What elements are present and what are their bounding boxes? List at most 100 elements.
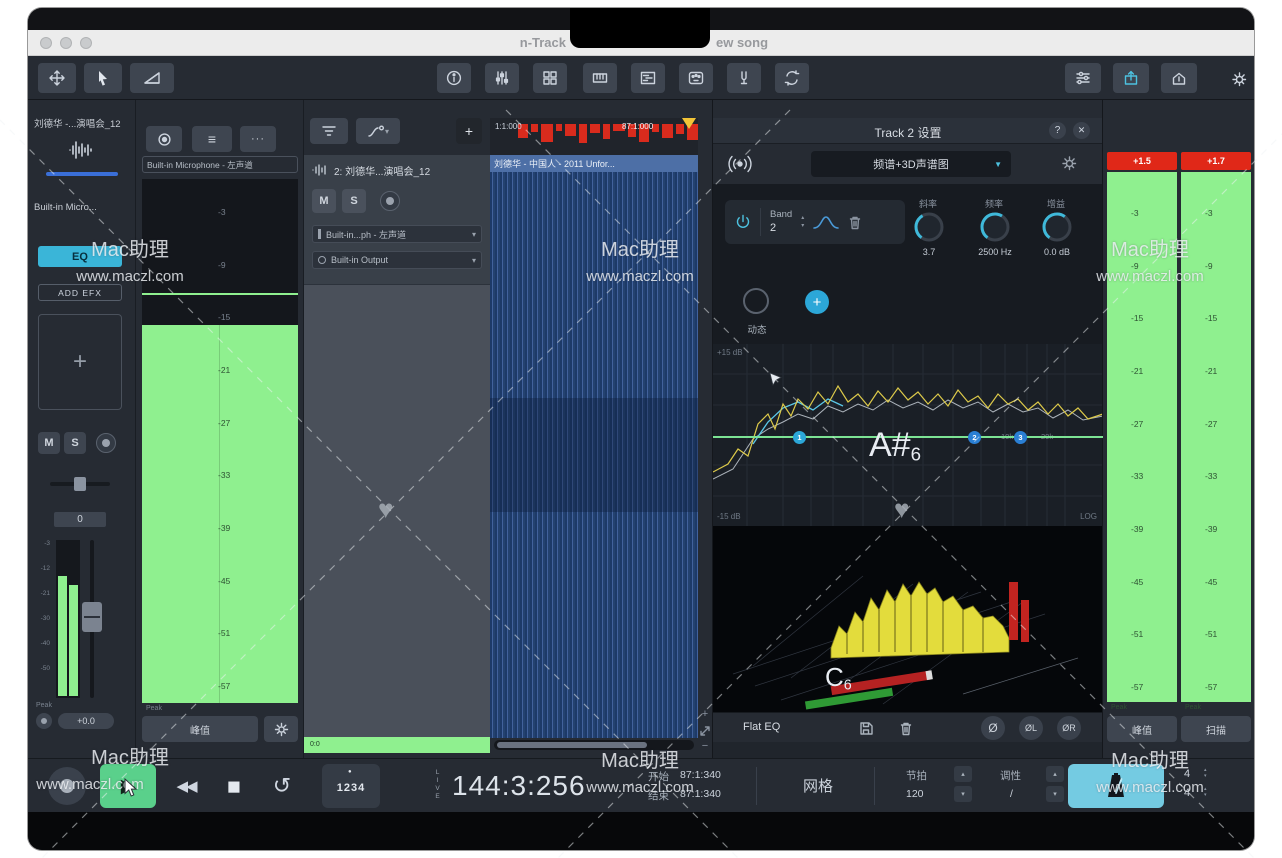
band-power-button[interactable] [735,214,751,230]
key-value[interactable]: / [1010,788,1013,800]
zoom-out-button[interactable]: − [699,740,711,752]
tempo-up-button[interactable]: ▴ [954,766,972,782]
save-preset-button[interactable] [859,721,874,736]
add-band-button[interactable]: + [805,290,829,314]
gain-knob[interactable] [1041,211,1073,243]
track-input-dropdown[interactable]: Built-in...ph - 左声道 ▾ [312,225,482,243]
scan-mode-button[interactable]: 扫描 [1181,716,1251,742]
volume-fader-thumb[interactable] [82,602,102,632]
record-arm-button[interactable] [96,433,116,453]
input-device-dropdown[interactable]: Built-in Microphone - 左声道 [142,156,298,173]
band-selector[interactable]: Band 2 [770,209,792,236]
band-up-arrow[interactable]: ▴ [801,214,804,222]
phase-invert-button[interactable]: Ø [981,716,1005,740]
mixer-view-button[interactable] [485,63,519,93]
tempo-value[interactable]: 120 [906,788,924,800]
sig-numerator-stepper[interactable]: ▴▾ [1204,767,1207,779]
gain-value[interactable]: +0.0 [58,713,114,729]
fade-tool-button[interactable] [130,63,174,93]
start-value[interactable]: 87:1:340 [680,769,721,781]
sig-denominator-stepper[interactable]: ▴▾ [1204,786,1207,798]
record-button-small[interactable] [146,126,182,152]
minimize-window-button[interactable] [60,37,72,49]
timeline-ruler[interactable]: 1:1:000 87:1:000 [490,118,700,155]
keyboard-view-button[interactable] [583,63,617,93]
menu-button[interactable]: ≡ [192,126,232,152]
phase-right-button[interactable]: ØR [1057,716,1081,740]
metronome-button[interactable] [1068,764,1164,808]
sig-denominator[interactable]: 4 [1184,787,1190,799]
slope-knob[interactable] [913,211,945,243]
pan-slider[interactable] [50,482,110,486]
tuner-button[interactable] [727,63,761,93]
export-button[interactable] [1161,63,1197,93]
mini-clip-strip[interactable]: 0:0 [304,737,490,753]
eq-band-handle-1[interactable]: 1 [793,431,806,444]
preset-name[interactable]: Flat EQ [743,721,780,733]
scrollbar-thumb[interactable] [497,742,647,748]
midi-device-button[interactable] [679,63,713,93]
solo-button[interactable]: S [64,432,86,454]
add-plugin-dropzone[interactable]: + [38,314,122,410]
peak-mode-button[interactable]: 峰值 [142,716,258,742]
expand-view-button[interactable] [700,726,710,736]
key-down-button[interactable]: ▾ [1046,786,1064,802]
live-mode-button[interactable]: LIVE [434,769,441,801]
filter-tracks-button[interactable] [310,118,348,144]
band-down-arrow[interactable]: ▾ [801,222,804,230]
phase-left-button[interactable]: ØL [1019,716,1043,740]
sync-button[interactable] [775,63,809,93]
gain-reset-button[interactable] [36,713,52,729]
automation-button[interactable]: ▾ [356,118,400,144]
info-button[interactable] [437,63,471,93]
meter-settings-button[interactable] [264,716,298,742]
pianoroll-view-button[interactable] [631,63,665,93]
clip-indicator-left[interactable]: +1.5 [1107,152,1177,170]
key-up-button[interactable]: ▴ [1046,766,1064,782]
band-stepper[interactable]: ▴ ▾ [801,214,804,231]
grid-button[interactable]: 网格 [786,775,850,796]
playhead-marker[interactable] [682,118,696,129]
audio-settings-button[interactable] [1065,63,1101,93]
play-button[interactable]: ▶ [100,764,156,808]
eq-band-handle-2[interactable]: 2 [968,431,981,444]
spectrogram-3d[interactable]: C6 [713,526,1103,712]
add-efx-button[interactable]: ADD EFX [38,284,122,301]
view-mode-dropdown[interactable]: 频谱+3D声谱图 ▼ [811,151,1011,177]
tempo-down-button[interactable]: ▾ [954,786,972,802]
sig-numerator[interactable]: 4 [1184,768,1190,780]
blocks-view-button[interactable] [533,63,567,93]
mute-button[interactable]: M [38,432,60,454]
dynamics-knob[interactable] [743,288,769,314]
track-header[interactable]: 2: 刘德华...演唱会_12 M S Built-in...ph - 左声道 … [304,155,490,285]
track-lane[interactable] [304,285,490,737]
share-button[interactable] [1113,63,1149,93]
loop-button[interactable]: ↺ [262,769,302,803]
eq-settings-gear-button[interactable] [1061,155,1078,172]
record-button[interactable] [48,767,86,805]
clip-waveform[interactable] [490,172,698,738]
count-in-button[interactable]: ● 1234 [322,764,380,808]
clip-title-bar[interactable]: 刘德华 - 中国人 - 2011 Unfor... [490,155,698,172]
track-solo-button[interactable]: S [342,189,366,213]
eq-button[interactable]: EQ [38,246,122,267]
stop-button[interactable]: ■ [216,769,252,803]
time-display[interactable]: 144:3:256 [452,770,586,802]
clip-indicator-right[interactable]: +1.7 [1181,152,1251,170]
peak-mode-button[interactable]: 峰值 [1107,716,1177,742]
move-tool-button[interactable] [38,63,76,93]
eq-graph[interactable]: 10k 20k 1 2 3 +15 dB -15 dB LOG A#6 [713,344,1103,526]
add-track-button[interactable]: + [456,118,482,144]
more-options-button[interactable]: ··· [240,126,276,152]
delete-band-button[interactable] [848,215,862,230]
track-output-dropdown[interactable]: Built-in Output ▾ [312,251,482,269]
close-window-button[interactable] [40,37,52,49]
track-record-arm-button[interactable] [380,191,400,211]
end-value[interactable]: 87:1:340 [680,788,721,800]
close-panel-button[interactable]: ✕ [1073,122,1090,139]
audio-clip[interactable]: 刘德华 - 中国人 - 2011 Unfor... [490,155,698,738]
pan-slider-thumb[interactable] [74,477,86,491]
track-mute-button[interactable]: M [312,189,336,213]
delete-preset-button[interactable] [899,721,913,736]
bell-curve-icon[interactable] [813,214,839,230]
